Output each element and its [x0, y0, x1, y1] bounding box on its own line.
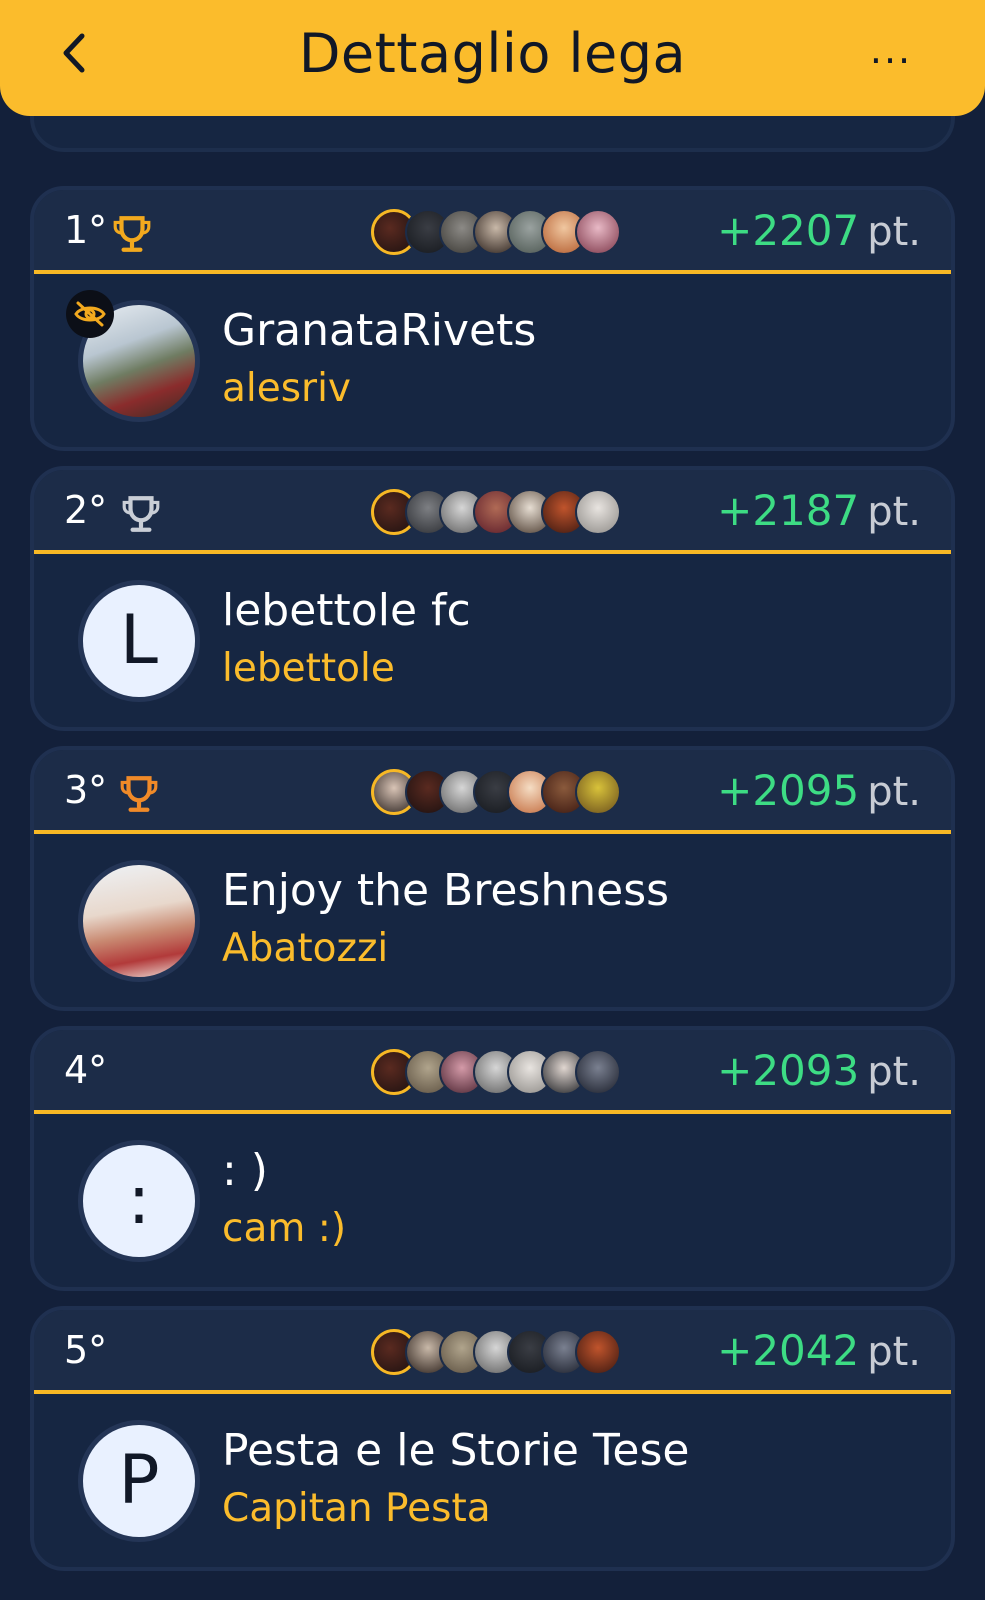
team-avatar: :: [78, 1140, 200, 1262]
team-name: Enjoy the Breshness: [222, 865, 670, 916]
hidden-lineup-badge: [66, 290, 114, 338]
lineup-avatars: [371, 209, 631, 257]
points-value: +2095 pt.: [717, 766, 921, 815]
page-title: Dettaglio lega: [298, 22, 687, 85]
rank-label: 3°: [64, 768, 108, 812]
team-avatar: [78, 860, 200, 982]
app-header: Dettaglio lega ...: [0, 0, 985, 116]
points-value: +2207 pt.: [717, 206, 921, 255]
player-avatar: [575, 1049, 621, 1095]
standing-card-3[interactable]: 3° +2095 pt. Enjoy the Breshness Abatozzi: [30, 746, 955, 1011]
owner-name: lebettole: [222, 646, 395, 691]
standing-card-header: 3° +2095 pt.: [34, 750, 951, 834]
team-avatar: P: [78, 1420, 200, 1542]
player-avatar: [575, 769, 621, 815]
team-avatar: L: [78, 580, 200, 702]
points-value: +2093 pt.: [717, 1046, 921, 1095]
lineup-avatars: [371, 489, 631, 537]
standing-card-4[interactable]: 4° +2093 pt. : : ) cam :): [30, 1026, 955, 1291]
points-value: +2187 pt.: [717, 486, 921, 535]
team-name: GranataRivets: [222, 305, 537, 356]
standing-card-2[interactable]: 2° +2187 pt. L lebettole fc lebettole: [30, 466, 955, 731]
rank-label: 5°: [64, 1328, 108, 1372]
rank-label: 2°: [64, 488, 108, 532]
player-avatar: [575, 1329, 621, 1375]
owner-name: cam :): [222, 1206, 347, 1251]
trophy-icon: [120, 776, 158, 812]
standing-card-5[interactable]: 5° +2042 pt. P Pesta e le Storie Tese Cap…: [30, 1306, 955, 1571]
points-value: +2042 pt.: [717, 1326, 921, 1375]
more-options-button[interactable]: ...: [861, 30, 921, 70]
player-avatar: [575, 209, 621, 255]
trophy-icon: [122, 496, 160, 532]
standing-card-header: 2° +2187 pt.: [34, 470, 951, 554]
standing-card-1[interactable]: 1° +2207 pt. GranataRivets alesriv: [30, 186, 955, 451]
player-avatar: [575, 489, 621, 535]
team-name: Pesta e le Storie Tese: [222, 1425, 690, 1476]
owner-name: Abatozzi: [222, 926, 389, 971]
standing-card-header: 4° +2093 pt.: [34, 1030, 951, 1114]
lineup-avatars: [371, 1049, 631, 1097]
lineup-avatars: [371, 1329, 631, 1377]
rank-label: 1°: [64, 208, 108, 252]
standing-card-header: 5° +2042 pt.: [34, 1310, 951, 1394]
owner-name: Capitan Pesta: [222, 1486, 491, 1531]
rank-label: 4°: [64, 1048, 108, 1092]
lineup-avatars: [371, 769, 631, 817]
eye-off-icon: [74, 301, 106, 327]
standing-card-header: 1° +2207 pt.: [34, 190, 951, 274]
team-name: lebettole fc: [222, 585, 471, 636]
trophy-icon: [113, 216, 151, 252]
more-horizontal-icon: ...: [869, 28, 913, 72]
team-name: : ): [222, 1145, 268, 1196]
owner-name: alesriv: [222, 366, 351, 411]
